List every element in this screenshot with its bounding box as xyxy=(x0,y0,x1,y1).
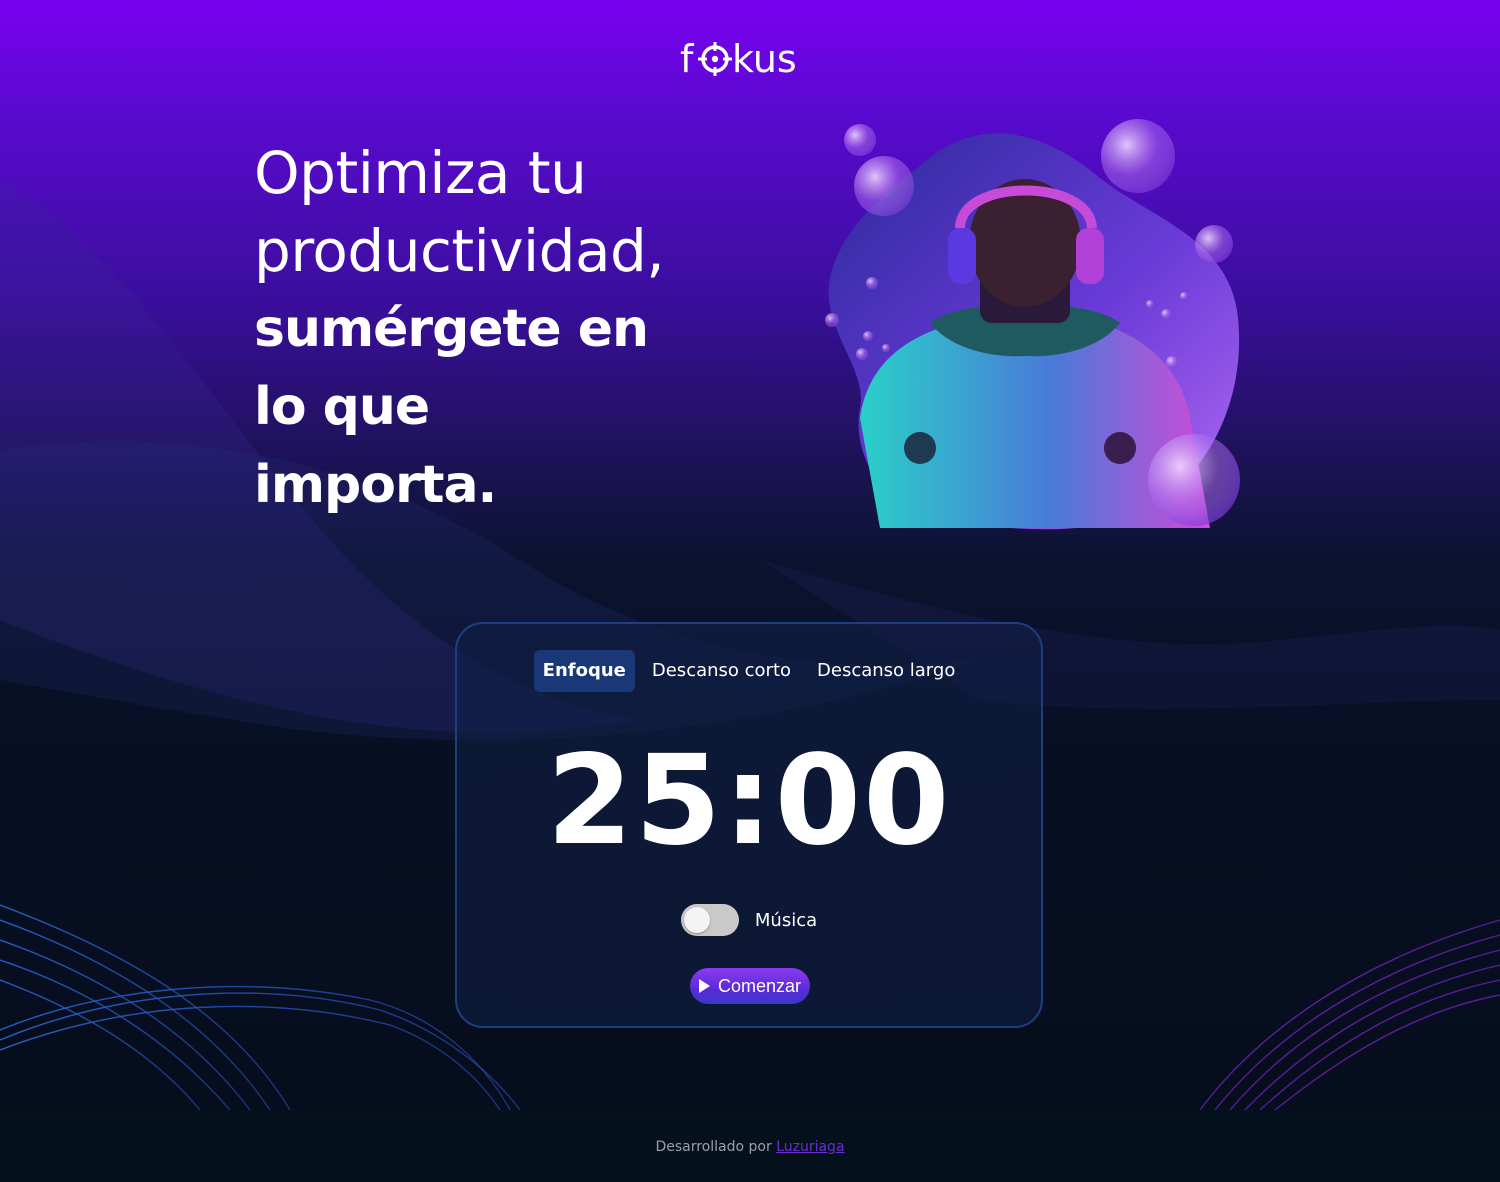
hero-line-3: sumérgete en xyxy=(254,299,649,359)
hero-illustration xyxy=(825,119,1240,530)
fokus-logo[interactable]: f kus xyxy=(0,38,1500,82)
footer-text: Desarrollado por xyxy=(655,1139,772,1155)
timer-display: 25:00 xyxy=(546,729,952,873)
music-control: Música xyxy=(457,904,1041,936)
music-toggle[interactable] xyxy=(680,904,739,936)
start-button-label: Comenzar xyxy=(717,975,802,996)
tab-descanso-corto[interactable]: Descanso corto xyxy=(643,650,800,692)
timer-card: Enfoque Descanso corto Descanso largo 25… xyxy=(455,622,1043,1028)
hero-line-2: productividad, xyxy=(254,217,665,285)
logo-text-left: f xyxy=(680,38,695,81)
hero-headline: Optimiza tu productividad, sumérgete en … xyxy=(254,134,774,524)
hero-line-5: importa. xyxy=(254,455,497,515)
tab-descanso-largo[interactable]: Descanso largo xyxy=(808,650,964,692)
fokus-logo-mark: f kus xyxy=(680,38,797,81)
timer-mode-tabs: Enfoque Descanso corto Descanso largo xyxy=(457,650,1041,692)
hero-line-1: Optimiza tu xyxy=(254,139,587,207)
play-icon xyxy=(698,979,710,993)
start-button[interactable]: Comenzar xyxy=(690,968,810,1004)
hero-line-4: lo que xyxy=(254,377,430,437)
music-label: Música xyxy=(754,909,818,931)
author-link[interactable]: Luzuriaga xyxy=(776,1139,844,1155)
footer: Desarrollado por Luzuriaga xyxy=(0,1139,1500,1155)
toggle-knob xyxy=(683,907,710,933)
logo-text-right: kus xyxy=(732,38,797,81)
tab-enfoque[interactable]: Enfoque xyxy=(533,650,635,692)
target-icon xyxy=(698,42,732,76)
